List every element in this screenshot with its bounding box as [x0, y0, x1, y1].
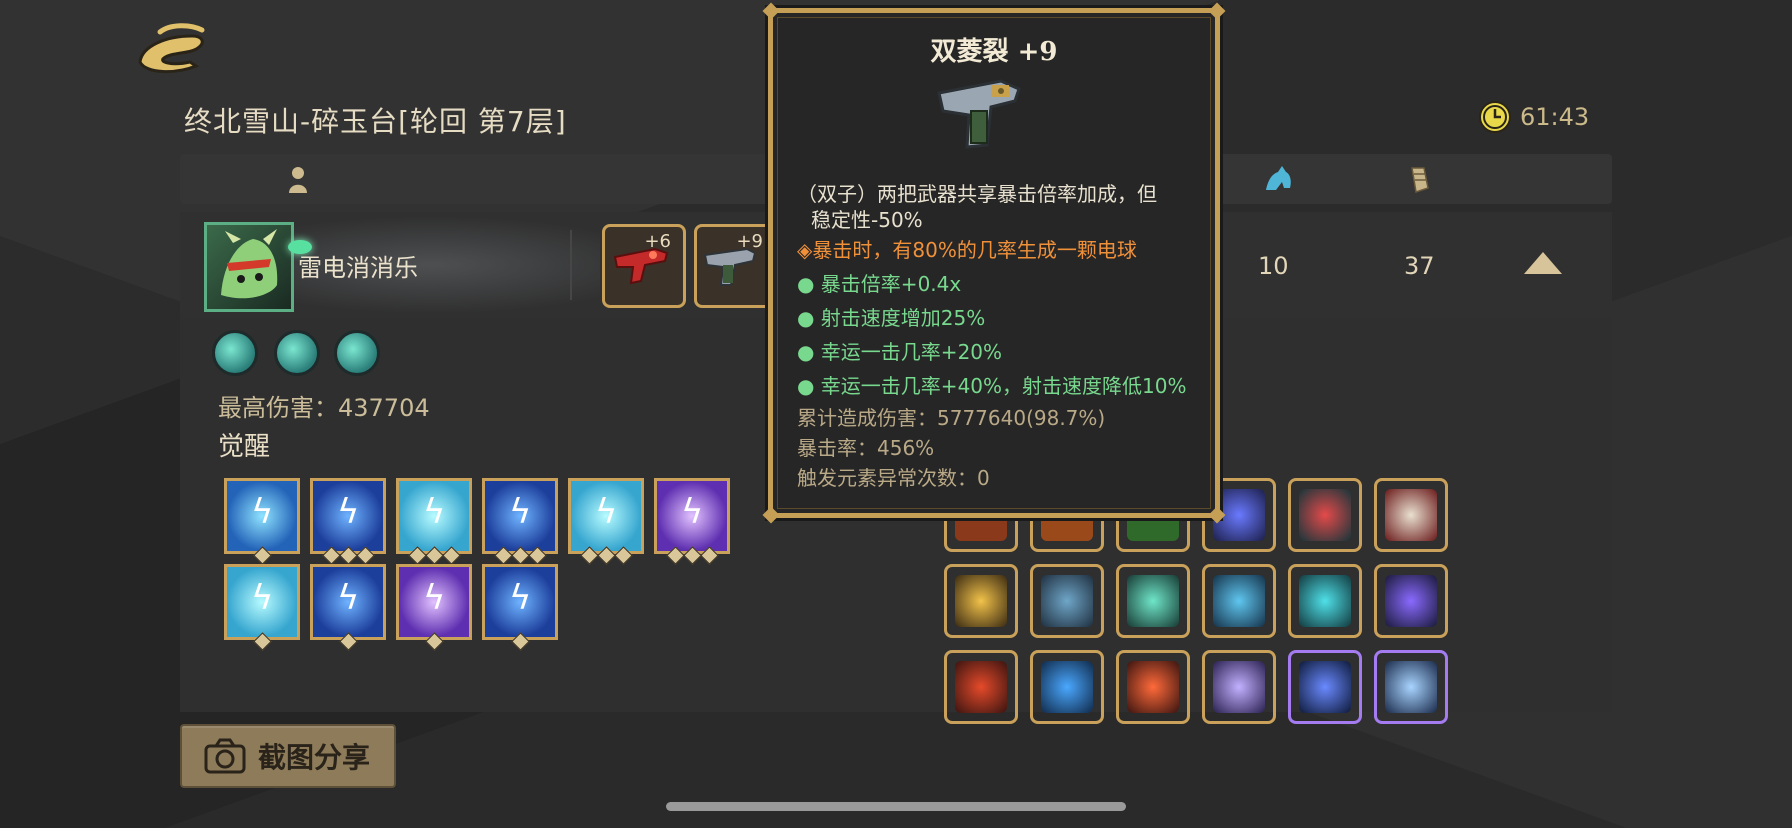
skill-orb-icon[interactable] [274, 330, 320, 376]
stat-value-beast: 10 [1258, 252, 1289, 280]
avatar[interactable] [204, 222, 294, 312]
scroll-icon [1411, 167, 1429, 193]
relic-vortex-icon[interactable] [1288, 650, 1362, 724]
collapse-button[interactable] [1524, 252, 1562, 274]
weapon-level: +9 [736, 231, 763, 252]
tooltip-effect-green: ● 幸运一击几率+20% [797, 340, 1003, 364]
tooltip-total-damage: 累计造成伤害：5777640(98.7%) [797, 406, 1106, 430]
divider [570, 230, 572, 300]
relic-emblem-icon[interactable] [944, 564, 1018, 638]
tooltip-desc-line: （双子）两把武器共享暴击倍率加成，但 [797, 182, 1157, 206]
weapon-level: +6 [644, 231, 671, 252]
weapon-slot-2[interactable]: +9 [694, 224, 778, 308]
camera-icon [204, 738, 246, 774]
relic-cat-icon[interactable] [1030, 564, 1104, 638]
weapon-tooltip: 双菱裂 +9 （双子）两把武器共享暴击倍率加成，但 稳定性-50% ◈暴击时，有… [762, 2, 1226, 524]
game-logo [138, 23, 205, 74]
relic-axe-icon[interactable] [1374, 478, 1448, 552]
tooltip-title: 双菱裂 +9 [930, 37, 1058, 67]
clock-icon [1479, 101, 1511, 133]
awaken-storm-figure-icon[interactable]: ϟ [310, 478, 386, 565]
tooltip-effect-green: ● 射击速度增加25% [797, 306, 986, 330]
relic-arrowhead-icon[interactable] [1116, 564, 1190, 638]
timer: 61:43 [1478, 100, 1589, 134]
relic-flame-icon[interactable] [944, 650, 1018, 724]
screenshot-share-button[interactable]: 截图分享 [180, 724, 396, 788]
awaken-thunder-beast-icon[interactable]: ϟ [482, 478, 558, 565]
player-name: 雷电消消乐 [298, 254, 418, 282]
skill-orb-icon[interactable] [334, 330, 380, 376]
awaken-ice-beast-icon[interactable]: ϟ [224, 564, 300, 651]
tooltip-effect-green: ● 暴击倍率+0.4x [797, 272, 962, 296]
awaken-thunder-pillar-icon[interactable]: ϟ [310, 564, 386, 651]
tooltip-crit-rate: 暴击率：456% [797, 436, 935, 460]
tooltip-effect-green: ● 幸运一击几率+40%，射击速度降低10% [797, 374, 1187, 398]
weapon-slot-1[interactable]: +6 [602, 224, 686, 308]
home-indicator[interactable] [666, 802, 1126, 811]
timer-value: 61:43 [1520, 103, 1590, 131]
stat-value-scroll: 37 [1404, 252, 1435, 280]
beast-icon [1266, 166, 1291, 190]
skill-orb-icon[interactable] [212, 330, 258, 376]
player-icon [289, 167, 307, 193]
relic-ice-shard-icon[interactable] [1030, 650, 1104, 724]
relic-shield-icon[interactable] [1202, 564, 1276, 638]
tooltip-effect-orange: ◈暴击时，有80%的几率生成一颗电球 [797, 238, 1137, 262]
awaken-lightning-icon[interactable]: ϟ [224, 478, 300, 565]
awaken-guardian-icon[interactable]: ϟ [568, 478, 644, 565]
revolver-icon [937, 79, 1021, 149]
tooltip-desc-line: 稳定性-50% [811, 208, 923, 232]
awaken-purple-bolt-icon[interactable]: ϟ [654, 478, 730, 565]
relic-potion-icon[interactable] [1374, 564, 1448, 638]
awaken-purple-strike-icon[interactable]: ϟ [396, 564, 472, 651]
stage-title: 终北雪山-碎玉台[轮回 第7层] [184, 105, 567, 138]
relic-pocket-watch-icon[interactable] [1374, 650, 1448, 724]
relic-fire-swirl-icon[interactable] [1116, 650, 1190, 724]
relic-red-orb-icon[interactable] [1288, 478, 1362, 552]
awaken-tiger-icon[interactable]: ϟ [482, 564, 558, 651]
awaken-title: 觉醒 [218, 432, 271, 462]
share-label: 截图分享 [258, 741, 371, 774]
max-damage: 最高伤害：437704 [218, 394, 430, 422]
awaken-vortex-icon[interactable]: ϟ [396, 478, 472, 565]
tooltip-element-trigger-count: 触发元素异常次数：0 [797, 466, 990, 490]
character-portrait-icon [221, 229, 278, 299]
relic-hook-icon[interactable] [1288, 564, 1362, 638]
relic-book-icon[interactable] [1202, 650, 1276, 724]
